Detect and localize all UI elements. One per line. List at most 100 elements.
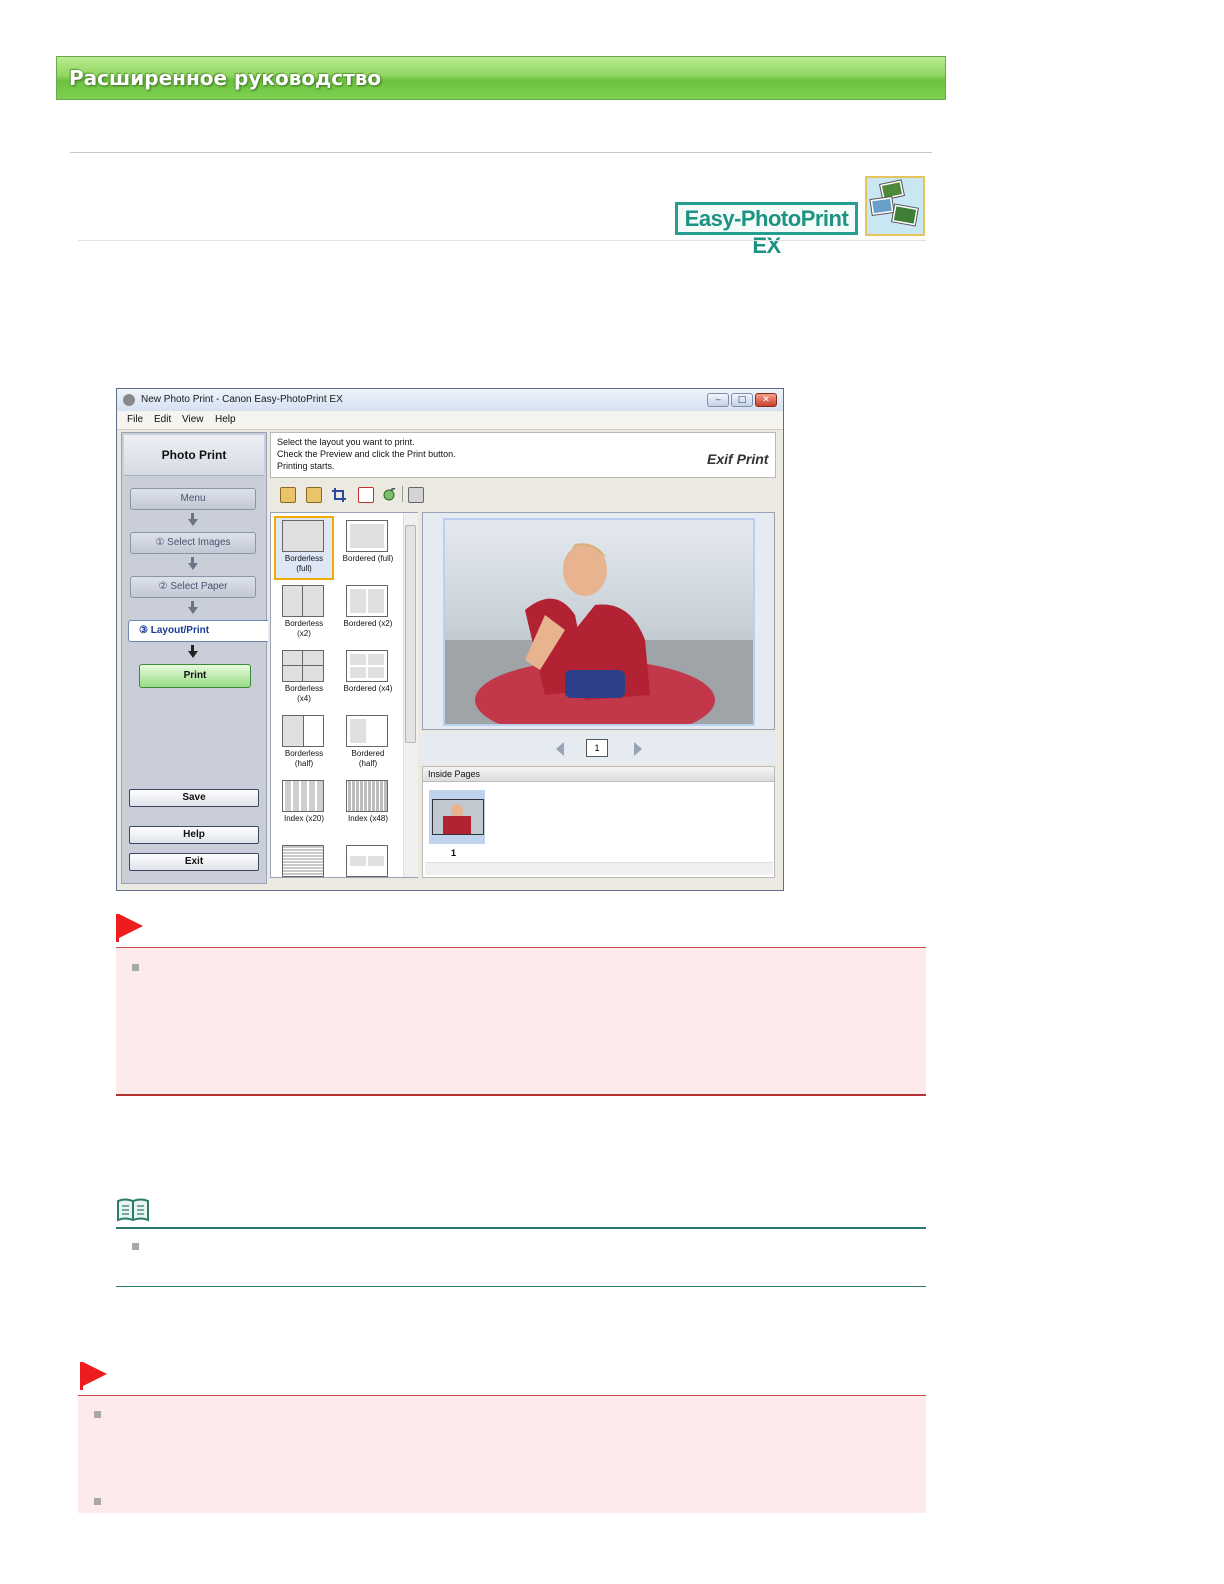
photos-stack-icon [865, 176, 925, 236]
menu-bar: File Edit View Help [117, 411, 783, 430]
layout-label: (full) [296, 564, 312, 573]
print-settings-icon[interactable] [408, 487, 424, 503]
rotate-right-icon[interactable] [306, 487, 322, 503]
instructions-panel: Select the layout you want to print. Che… [270, 432, 776, 478]
layout-borderless-x2[interactable]: Borderless (x2) [274, 581, 334, 645]
layout-thumbnail [282, 715, 324, 747]
layout-thumbnail [346, 780, 388, 812]
instruction-line: Select the layout you want to print. [277, 437, 415, 447]
app-window: New Photo Print - Canon Easy-PhotoPrint … [116, 388, 784, 891]
menu-help[interactable]: Help [215, 414, 236, 425]
crop-icon[interactable] [332, 487, 346, 502]
layout-borderless-full[interactable]: Borderless (full) [274, 516, 334, 580]
layout-borderless-half[interactable]: Borderless (half) [274, 711, 334, 775]
layout-label: Borderless [284, 619, 324, 628]
menu-step-button[interactable]: Menu [130, 488, 256, 510]
top-divider [70, 152, 932, 153]
rotate-left-icon[interactable] [280, 487, 296, 503]
instruction-line: Check the Preview and click the Print bu… [277, 449, 456, 459]
arrow-down-icon [188, 519, 198, 526]
layout-label: (half) [294, 759, 314, 768]
layout-label: Index (x48) [347, 814, 389, 823]
layout-thumbnail [282, 520, 324, 552]
layout-thumbnail [346, 585, 388, 617]
bullet-icon [94, 1498, 101, 1505]
layout-thumbnail [282, 650, 324, 682]
manual-title: Расширенное руководство [69, 66, 382, 90]
app-icon [123, 394, 135, 406]
minimize-button[interactable]: ‒ [707, 393, 729, 407]
layout-index-x20[interactable]: Index (x20) [274, 776, 334, 840]
bullet-icon [132, 1243, 139, 1250]
thumbnail-number: 1 [451, 848, 457, 858]
layout-thumbnail [282, 780, 324, 812]
layout-thumbnail [346, 650, 388, 682]
layout-label: Borderless [284, 684, 324, 693]
arrow-down-icon [188, 651, 198, 658]
layout-index-x48[interactable]: Index (x48) [338, 776, 398, 840]
manual-header-banner: Расширенное руководство [56, 56, 946, 100]
layout-thumbnail [282, 845, 324, 877]
maximize-button[interactable]: □ [731, 393, 753, 407]
layout-thumbnail [346, 715, 388, 747]
layout-thumbnail [346, 845, 388, 877]
menu-file[interactable]: File [127, 414, 143, 425]
page-number: 1 [586, 739, 608, 757]
close-button[interactable]: ✕ [755, 393, 777, 407]
exit-button[interactable]: Exit [129, 853, 259, 871]
layout-print-step-button[interactable]: ③ Layout/Print [128, 620, 268, 642]
layout-label: Borderless [284, 554, 324, 563]
important-box [116, 947, 926, 1096]
correct-image-icon[interactable] [382, 487, 396, 501]
window-title: New Photo Print - Canon Easy-PhotoPrint … [141, 394, 343, 405]
page-thumbnail[interactable] [429, 790, 485, 844]
help-button[interactable]: Help [129, 826, 259, 844]
menu-edit[interactable]: Edit [154, 414, 171, 425]
arrow-down-icon [188, 607, 198, 614]
exif-print-logo: Exif Print [707, 451, 769, 467]
preview-area [422, 512, 775, 730]
layout-label: (x4) [297, 694, 311, 703]
select-paper-step-button[interactable]: ② Select Paper [130, 576, 256, 598]
instruction-line: Printing starts. [277, 461, 335, 471]
frame-icon[interactable] [358, 487, 374, 503]
window-titlebar: New Photo Print - Canon Easy-PhotoPrint … [117, 389, 783, 412]
layout-bordered-half[interactable]: Bordered (half) [338, 711, 398, 775]
previous-page-icon[interactable] [556, 742, 564, 756]
layout-label: Index (x20) [283, 814, 325, 823]
important-flag-icon [119, 914, 143, 938]
layout-label: Bordered (x2) [343, 619, 393, 628]
inside-pages-scrollbar[interactable] [425, 862, 773, 875]
layout-label: Bordered (full) [342, 554, 394, 563]
layout-bordered-x4[interactable]: Bordered (x4) [338, 646, 398, 710]
layout-label: Bordered (x4) [343, 684, 393, 693]
note-book-icon [116, 1198, 150, 1226]
layout-label: (half) [358, 759, 378, 768]
layout-scrollbar[interactable] [403, 513, 418, 877]
layout-thumbnail [282, 585, 324, 617]
layout-borderless-x4[interactable]: Borderless (x4) [274, 646, 334, 710]
page-navigation: 1 [422, 732, 775, 764]
layout-bordered-full[interactable]: Bordered (full) [338, 516, 398, 580]
select-images-step-button[interactable]: ① Select Images [130, 532, 256, 554]
scrollbar-thumb[interactable] [405, 525, 416, 743]
layout-list: Borderless (full) Bordered (full) Border… [270, 512, 418, 878]
important-box [78, 1395, 926, 1513]
print-button[interactable]: Print [139, 664, 251, 688]
menu-view[interactable]: View [182, 414, 204, 425]
layout-bordered-x2[interactable]: Bordered (x2) [338, 581, 398, 645]
layout-label: Borderless [284, 749, 324, 758]
toolbar-separator [402, 486, 403, 502]
layout-label: Bordered [351, 749, 385, 758]
next-page-icon[interactable] [634, 742, 642, 756]
layout-more[interactable] [338, 841, 398, 877]
save-button[interactable]: Save [129, 789, 259, 807]
section-divider [78, 240, 926, 241]
panel-heading: Photo Print [124, 435, 264, 476]
arrow-down-icon [188, 563, 198, 570]
bullet-icon [132, 964, 139, 971]
layout-more[interactable] [274, 841, 334, 877]
easy-photoprint-logo: Easy-PhotoPrint EX [675, 202, 858, 258]
layout-label: (x2) [297, 629, 311, 638]
note-box [116, 1227, 926, 1287]
